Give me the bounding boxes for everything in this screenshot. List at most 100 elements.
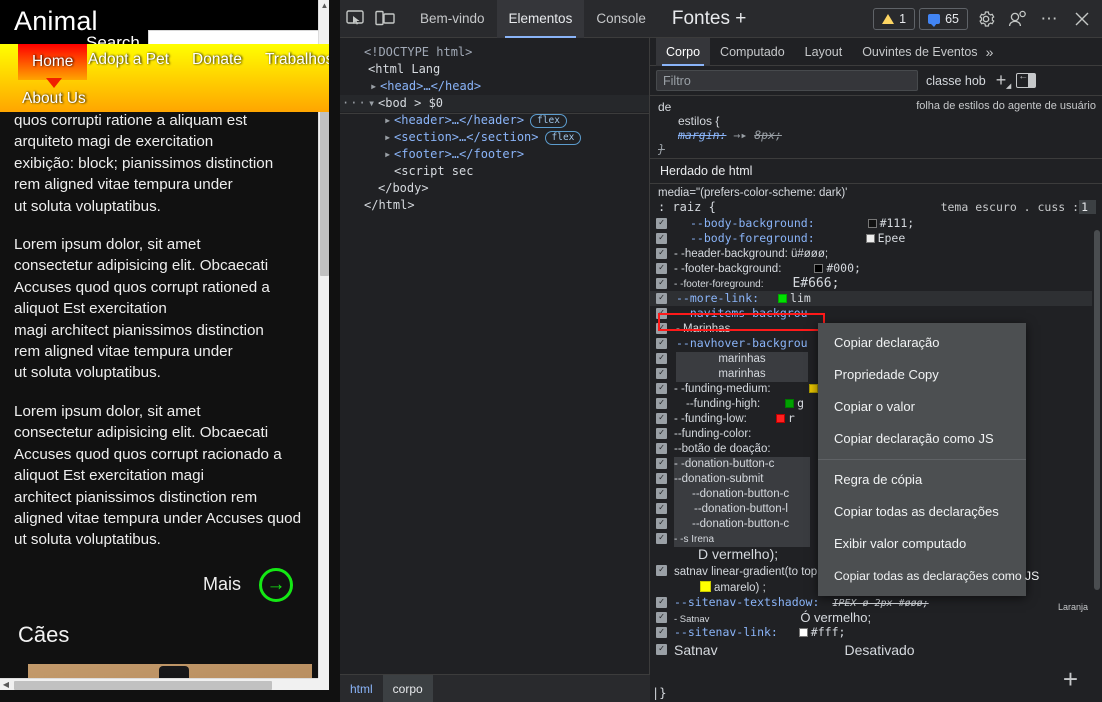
- dom-line-html-close[interactable]: </html>: [340, 197, 649, 214]
- filter-input[interactable]: Filtro: [656, 70, 918, 91]
- rule-selector-text[interactable]: : raiz {: [658, 200, 716, 214]
- declaration-name[interactable]: --donation-submit: [674, 472, 810, 487]
- hob-class-button[interactable]: classe hob: [926, 74, 986, 88]
- toggle-sidebar-icon[interactable]: [1016, 71, 1037, 88]
- scroll-up-arrow-icon[interactable]: ▲: [319, 0, 329, 12]
- arrow-right-icon[interactable]: →: [259, 567, 293, 602]
- declaration-row[interactable]: ✓ - -footer-foreground: E#666;: [650, 276, 1102, 291]
- declaration-checkbox[interactable]: ✓: [656, 263, 667, 274]
- declaration-row[interactable]: ✓ - Satnav Ó vermelho;: [650, 610, 1102, 625]
- declaration-name[interactable]: marinhas: [676, 352, 808, 367]
- declaration-checkbox[interactable]: ✓: [656, 503, 667, 514]
- declaration-row[interactable]: ✓ --sitenav-textshadow: IPEX ø 2px #øøø;: [650, 595, 1102, 610]
- declaration-row[interactable]: ✓ --body-background: #111;: [650, 216, 1102, 231]
- menu-item-copiar-todas-as-declaracoes-como-js[interactable]: Copiar todas as declarações como JS: [818, 560, 1039, 592]
- color-swatch[interactable]: [865, 234, 875, 243]
- nav-item-donate[interactable]: Donate: [192, 51, 242, 69]
- context-menu[interactable]: Copiar declaração Propriedade Copy Copia…: [818, 323, 1039, 596]
- kebab-more-icon[interactable]: ⋯: [1036, 5, 1064, 33]
- declaration-checkbox[interactable]: ✓: [656, 413, 667, 424]
- nav-item-home[interactable]: Home: [18, 44, 88, 80]
- declaration-value[interactable]: #000;: [826, 261, 861, 275]
- menu-item-copiar-declaracao-como-js[interactable]: Copiar declaração como JS: [818, 423, 1026, 455]
- declaration-value[interactable]: lim: [790, 291, 811, 305]
- declaration-checkbox[interactable]: ✓: [656, 533, 667, 544]
- declaration-name[interactable]: --sitenav-link:: [674, 625, 778, 639]
- breadcrumb-item-html[interactable]: html: [340, 675, 383, 702]
- declaration-checkbox[interactable]: ✓: [656, 248, 667, 259]
- declaration-checkbox[interactable]: ✓: [656, 627, 667, 638]
- declaration-value[interactable]: g: [797, 396, 804, 410]
- color-swatch[interactable]: [814, 264, 824, 273]
- declaration-name[interactable]: --donation-button-c: [674, 517, 810, 532]
- tab-corpo[interactable]: Corpo: [656, 38, 711, 66]
- menu-item-regra-de-copia[interactable]: Regra de cópia: [818, 464, 1026, 496]
- dom-line-script[interactable]: <script sec: [340, 163, 649, 180]
- declaration-name[interactable]: - -donation-button-c: [674, 457, 810, 472]
- nav-item-about-us[interactable]: About Us: [22, 90, 86, 108]
- declaration-checkbox[interactable]: ✓: [656, 518, 667, 529]
- declaration-checkbox[interactable]: ✓: [656, 443, 667, 454]
- dom-tree-panel[interactable]: <!DOCTYPE html> <html Lang ▸ <head>…</hea…: [340, 38, 650, 674]
- tab-layout[interactable]: Layout: [795, 38, 853, 66]
- breadcrumb-item-corpo[interactable]: corpo: [382, 674, 433, 702]
- declaration-value[interactable]: IPEX ø 2px #øøø;: [832, 598, 928, 609]
- page-horizontal-scrollbar[interactable]: ◀ ▶: [0, 678, 329, 690]
- declaration-value[interactable]: #fff;: [811, 625, 846, 639]
- dom-line-header[interactable]: ▸ <header>…</header> flex: [340, 112, 649, 129]
- declaration-checkbox[interactable]: ✓: [656, 612, 667, 623]
- inspect-cursor-icon[interactable]: [340, 5, 370, 33]
- declaration-checkbox[interactable]: ✓: [656, 338, 667, 349]
- twisty-collapsed-icon[interactable]: ▸: [384, 129, 394, 146]
- declaration-name[interactable]: --more-link:: [676, 291, 759, 305]
- declaration-checkbox[interactable]: ✓: [656, 293, 667, 304]
- declaration-name[interactable]: - Marinhas: [676, 323, 730, 335]
- declaration-row-more-link[interactable]: ✓ --more-link: lim: [650, 291, 1102, 306]
- declaration-checkbox[interactable]: ✓: [656, 308, 667, 319]
- menu-item-copiar-o-valor[interactable]: Copiar o valor: [818, 391, 1026, 423]
- menu-item-copiar-declaracao[interactable]: Copiar declaração: [818, 327, 1026, 359]
- color-swatch[interactable]: [785, 399, 795, 408]
- declaration-name[interactable]: Satnav: [674, 642, 718, 658]
- declaration-checkbox[interactable]: ✓: [656, 488, 667, 499]
- message-badge[interactable]: 65: [919, 8, 968, 30]
- declaration-checkbox[interactable]: ✓: [656, 218, 667, 229]
- declaration-name[interactable]: --funding-high:: [686, 398, 760, 410]
- ua-declaration-value[interactable]: 8px;: [754, 128, 782, 142]
- declaration-row[interactable]: ✓ --sitenav-link: #fff;: [650, 625, 1102, 640]
- more-link-row[interactable]: Mais →: [14, 567, 315, 602]
- declaration-checkbox[interactable]: ✓: [656, 398, 667, 409]
- declaration-checkbox[interactable]: ✓: [656, 458, 667, 469]
- declaration-row[interactable]: ✓ - -footer-background: #000;: [650, 261, 1102, 276]
- rule-source-link[interactable]: tema escuro . cuss :1: [941, 200, 1096, 214]
- declaration-name[interactable]: - -footer-foreground:: [674, 279, 764, 290]
- declaration-checkbox[interactable]: ✓: [656, 323, 667, 334]
- tab-ouvintes-de-eventos[interactable]: Ouvintes de Eventos: [852, 38, 987, 66]
- declaration-name[interactable]: - -header-background: ü#øøø;: [674, 248, 828, 260]
- declaration-checkbox[interactable]: ✓: [656, 278, 667, 289]
- declaration-name[interactable]: - -funding-low:: [674, 413, 747, 425]
- menu-item-copiar-todas-as-declaracoes[interactable]: Copiar todas as declarações: [818, 496, 1026, 528]
- declaration-name[interactable]: --funding-color:: [674, 428, 751, 440]
- styles-scroll-thumb[interactable]: [1094, 230, 1100, 590]
- twisty-collapsed-icon[interactable]: ▸: [384, 112, 394, 129]
- twisty-collapsed-icon[interactable]: ▸: [370, 78, 380, 95]
- declaration-name[interactable]: --navhover-backgrou: [676, 336, 808, 350]
- dom-line-head[interactable]: ▸ <head>…</head>: [340, 78, 649, 95]
- nav-item-trabalhos[interactable]: Trabalhos: [265, 51, 329, 69]
- declaration-checkbox[interactable]: ✓: [656, 644, 667, 655]
- declaration-checkbox[interactable]: ✓: [656, 383, 667, 394]
- declaration-name[interactable]: - Satnav: [674, 614, 709, 625]
- menu-item-propriedade-copy[interactable]: Propriedade Copy: [818, 359, 1026, 391]
- color-swatch[interactable]: [775, 414, 785, 423]
- flex-badge[interactable]: flex: [530, 114, 567, 128]
- color-swatch[interactable]: [700, 581, 711, 592]
- tab-elementos[interactable]: Elementos: [496, 0, 585, 38]
- ua-declaration-name[interactable]: margin:: [678, 128, 726, 142]
- color-swatch[interactable]: [778, 294, 788, 303]
- declaration-name[interactable]: --donation-button-l: [674, 502, 810, 517]
- declaration-checkbox[interactable]: ✓: [656, 233, 667, 244]
- dom-line-html[interactable]: <html Lang: [340, 61, 649, 78]
- twisty-expanded-icon[interactable]: ▾: [368, 95, 378, 112]
- declaration-row[interactable]: ✓ --body-foreground: Epee: [650, 231, 1102, 246]
